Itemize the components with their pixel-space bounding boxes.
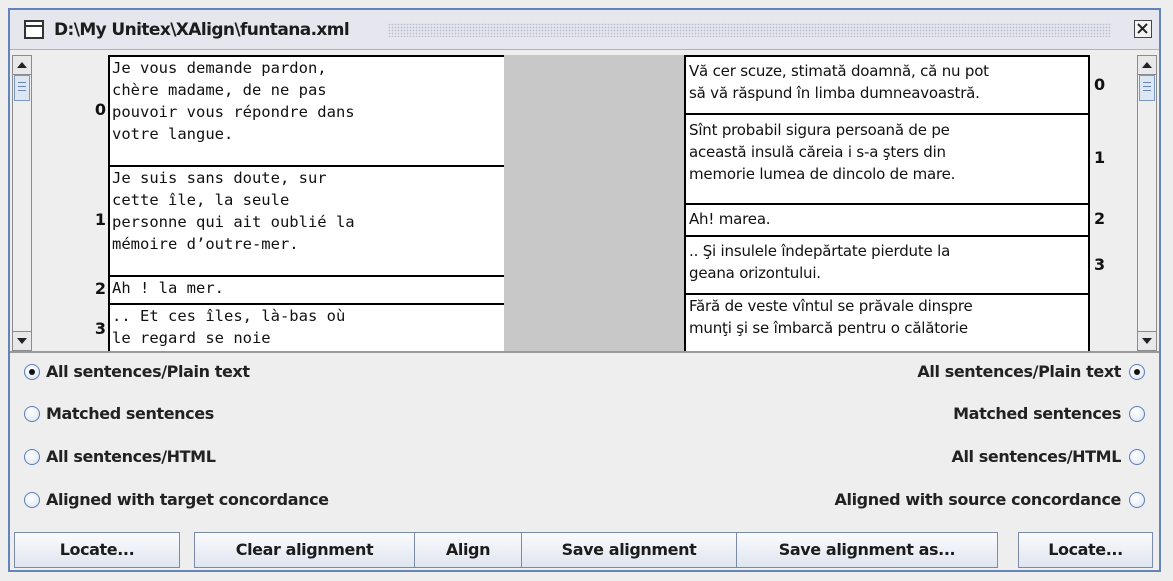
sentence-number: 2	[94, 279, 106, 298]
align-button[interactable]: Align	[414, 532, 522, 568]
source-sentence-list[interactable]: 0 Je vous demande pardon, chère madame, …	[34, 55, 506, 351]
sentence-number: 3	[94, 319, 106, 338]
radio-label: All sentences/Plain text	[917, 362, 1121, 381]
save-alignment-button[interactable]: Save alignment	[521, 532, 737, 568]
target-sentence-list[interactable]: Vă cer scuze, stimată doamnă, că nu pot …	[684, 55, 1134, 351]
radio-icon[interactable]	[1129, 406, 1145, 422]
radio-icon[interactable]	[24, 449, 40, 465]
radio-icon[interactable]	[24, 406, 40, 422]
sentence-text[interactable]: Fără de veste vîntul se prăvale dinspre …	[684, 293, 1090, 351]
sentence-text[interactable]: .. Şi insulele îndepărtate pierdute la g…	[684, 235, 1090, 295]
sentence-number: 1	[1094, 148, 1106, 167]
sentence-number: 3	[1094, 255, 1106, 274]
save-alignment-as-button[interactable]: Save alignment as...	[736, 532, 998, 568]
button-bar: Locate... Clear alignment Align Save ali…	[14, 532, 1155, 570]
title-bar[interactable]: D:\My Unitex\XAlign\funtana.xml	[10, 10, 1159, 50]
radio-label: All sentences/HTML	[951, 447, 1121, 466]
window-title: D:\My Unitex\XAlign\funtana.xml	[54, 20, 350, 40]
sentence-text[interactable]: Sînt probabil sigura persoană de pe acea…	[684, 113, 1090, 205]
list-item[interactable]: 0 Je vous demande pardon, chère madame, …	[34, 55, 506, 167]
radio-icon[interactable]	[24, 492, 40, 508]
list-item[interactable]: 1 Je suis sans doute, sur cette île, la …	[34, 165, 506, 277]
sentence-text[interactable]: Ah ! la mer.	[108, 275, 506, 305]
clear-alignment-button[interactable]: Clear alignment	[194, 532, 415, 568]
radio-selected-icon[interactable]	[1129, 364, 1145, 380]
list-item[interactable]: .. Şi insulele îndepărtate pierdute la g…	[684, 235, 1134, 295]
radio-right-matched[interactable]: Matched sentences	[645, 404, 1145, 426]
list-item[interactable]: Ah! marea. 2	[684, 203, 1134, 237]
sentence-text[interactable]: Je suis sans doute, sur cette île, la se…	[108, 165, 506, 277]
list-item[interactable]: Sînt probabil sigura persoană de pe acea…	[684, 113, 1134, 205]
sentence-number: 0	[1094, 75, 1106, 94]
sentence-number: 2	[1094, 209, 1106, 228]
sentence-number: 0	[94, 100, 106, 119]
list-item[interactable]: 3 .. Et ces îles, là-bas où le regard se…	[34, 303, 506, 351]
scroll-down-icon[interactable]	[1138, 331, 1156, 350]
radio-icon[interactable]	[1129, 449, 1145, 465]
source-scrollbar[interactable]	[12, 55, 32, 351]
list-item[interactable]: Fără de veste vîntul se prăvale dinspre …	[684, 293, 1134, 351]
list-item[interactable]: Vă cer scuze, stimată doamnă, că nu pot …	[684, 55, 1134, 115]
locate-source-button[interactable]: Locate...	[14, 532, 180, 568]
radio-selected-icon[interactable]	[24, 364, 40, 380]
sentence-text[interactable]: Je vous demande pardon, chère madame, de…	[108, 55, 506, 167]
sentence-number: 1	[94, 210, 106, 229]
sentence-text[interactable]: .. Et ces îles, là-bas où le regard se n…	[108, 303, 506, 351]
radio-label: Aligned with source concordance	[834, 490, 1122, 509]
radio-label: All sentences/HTML	[46, 447, 216, 466]
sentence-text[interactable]: Vă cer scuze, stimată doamnă, că nu pot …	[684, 55, 1090, 115]
window-icon	[24, 20, 44, 39]
scroll-up-icon[interactable]	[13, 56, 31, 75]
close-icon[interactable]	[1134, 20, 1152, 38]
locate-target-button[interactable]: Locate...	[1018, 532, 1153, 568]
radio-label: Matched sentences	[46, 404, 214, 423]
alignment-panes: 0 Je vous demande pardon, chère madame, …	[10, 55, 1159, 353]
scroll-thumb[interactable]	[1139, 75, 1155, 101]
alignment-link-area[interactable]	[504, 55, 684, 351]
sentence-text[interactable]: Ah! marea.	[684, 203, 1090, 237]
scroll-thumb[interactable]	[14, 75, 30, 101]
radio-right-plain-text[interactable]: All sentences/Plain text	[645, 362, 1145, 384]
radio-label: Matched sentences	[953, 404, 1121, 423]
radio-label: All sentences/Plain text	[46, 362, 250, 381]
radio-icon[interactable]	[1129, 492, 1145, 508]
radio-label: Aligned with target concordance	[46, 490, 329, 509]
target-scrollbar[interactable]	[1137, 55, 1157, 351]
scroll-up-icon[interactable]	[1138, 56, 1156, 75]
list-item[interactable]: 2 Ah ! la mer.	[34, 275, 506, 305]
radio-right-concordance[interactable]: Aligned with source concordance	[645, 490, 1145, 512]
title-bar-texture	[388, 23, 1111, 37]
scroll-down-icon[interactable]	[13, 331, 31, 350]
radio-right-html[interactable]: All sentences/HTML	[645, 447, 1145, 469]
alignment-window: D:\My Unitex\XAlign\funtana.xml 0 Je vou…	[8, 8, 1161, 572]
